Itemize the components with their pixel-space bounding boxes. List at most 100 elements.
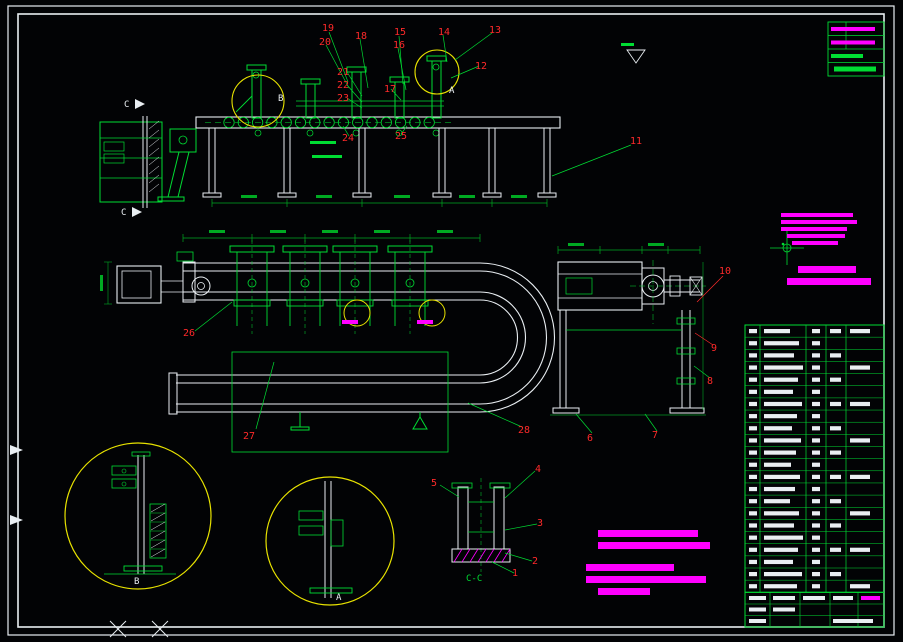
rail-endcap [168,372,178,415]
bom-cell-text [850,365,870,370]
bom-cell-text [749,559,757,565]
text-bar [773,596,795,600]
callout-6: 6 [587,433,593,444]
bom-cell-text [764,547,798,552]
circle [178,135,188,145]
note-line [787,278,871,285]
text-bar [749,619,766,623]
spec-text [312,155,342,158]
bom-cell-text [812,389,820,394]
bom-cell-text [850,474,870,479]
bom-cell-text [764,438,801,443]
bom-cell-text [764,572,802,577]
leader-line [442,34,448,63]
dim-text [322,230,338,233]
rect [426,55,447,62]
callout-14: 14 [438,27,450,38]
hatch [150,530,166,540]
circle [432,63,440,71]
hatch [485,548,495,563]
hatch [150,521,166,531]
rect [676,377,696,385]
note-line [586,576,706,583]
note-line [781,220,857,224]
bom-cell-text [749,438,757,443]
callout-18: 18 [355,31,367,42]
detail-label-a-large: A [336,593,342,603]
hatch [477,548,487,563]
bom-cell-text [812,341,820,346]
callout-3: 3 [537,518,543,529]
hatch [461,548,471,563]
callout-5: 5 [431,478,437,489]
hatch [148,138,160,148]
bom-cell-text [812,499,820,504]
bom-cell-text [764,462,791,467]
leader-line [504,470,536,499]
hatch [469,548,479,563]
bom-cell-text [749,426,757,431]
hatch [501,548,511,563]
hatch [150,548,166,558]
rect [389,76,410,83]
bom-cell-text [830,401,841,407]
circle [121,481,127,487]
sprocket [254,129,262,137]
callout-12: 12 [475,61,487,72]
bom-cell-text [850,329,870,334]
bom-cell-text [812,426,820,431]
rect [300,78,321,85]
detail-foot [123,565,163,572]
rect [103,153,125,164]
bom-cell-text [830,450,841,455]
margin-arrow [10,515,23,525]
support-symbol [412,416,428,430]
bom-cell-text [749,511,757,516]
line [235,95,253,113]
rect [330,519,344,547]
drive-housing [169,128,197,153]
callout-2: 2 [532,556,538,567]
sprocket [432,129,440,137]
station [394,81,405,119]
text-bar [861,596,880,600]
dim-text [100,275,103,291]
bom-cell-text [749,414,757,419]
bom-cell-text [812,559,820,565]
uturn-rail [479,291,527,384]
note-mark [342,320,358,324]
section-label: C-C [466,574,482,584]
callout-19: 19 [322,23,334,34]
bom-cell-text [749,462,757,467]
view-label-c-bottom: C [121,208,126,218]
sheet-outer-border [7,5,895,636]
detail-label-b: B [278,94,283,104]
bom-cell-text [764,401,802,407]
station [251,69,262,119]
bom-cell-text [749,329,757,334]
text-bar [621,43,634,46]
dim-text [209,230,225,233]
bom-cell-text [749,523,757,528]
sprocket [306,129,314,137]
bom-cell-text [764,414,797,419]
view-arrow [135,99,145,109]
line [167,151,180,198]
dim-text [316,195,332,198]
callout-10: 10 [719,266,731,277]
callout-21: 21 [337,67,349,78]
callout-1: 1 [512,568,518,579]
bom-cell-text [850,511,870,516]
view-arrow [132,207,142,217]
end-view-body [557,261,643,311]
bom-cell-text [749,401,757,407]
leader-line [504,552,533,562]
leg-foot [537,192,557,198]
callout-16: 16 [393,40,405,51]
bom-cell-text [830,499,841,504]
dim-text [459,195,475,198]
note-line [598,530,698,537]
surface-finish-icon [626,49,646,64]
callout-25: 25 [395,131,407,142]
bom-cell-text [812,401,820,407]
